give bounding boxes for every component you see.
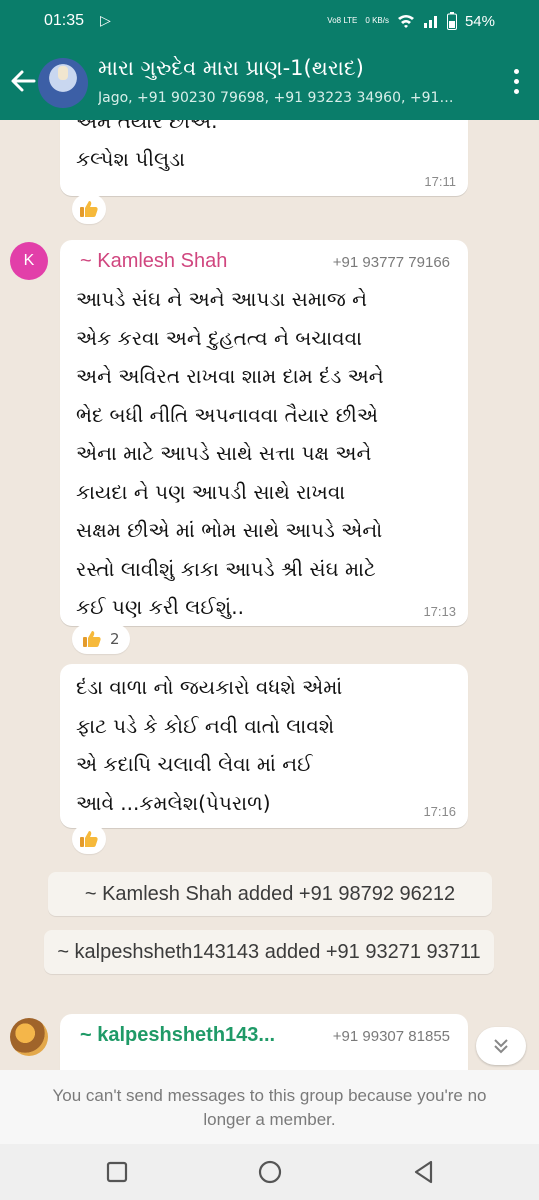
- back-icon[interactable]: [410, 1158, 438, 1186]
- message-bubble[interactable]: ~ Kamlesh Shah +91 93777 79166 આપડે સંઘ …: [60, 240, 468, 626]
- battery-level: 54%: [464, 12, 495, 30]
- sender-name[interactable]: ~ Kamlesh Shah: [80, 250, 227, 273]
- message-bubble[interactable]: અમે તૈયાર છીએ. કલ્પેશ પીલુડા 17:11: [60, 120, 468, 196]
- message-time: 17:11: [424, 174, 456, 189]
- recents-icon[interactable]: [103, 1158, 131, 1186]
- system-message: ~ Kamlesh Shah added +91 98792 96212: [48, 872, 492, 916]
- sender-avatar[interactable]: K: [10, 242, 48, 280]
- battery-icon: [446, 12, 457, 30]
- message-time: 17:16: [423, 804, 456, 819]
- status-bar: 01:35 ▷ Vo8 LTE 0 KB/s 54%: [0, 0, 539, 44]
- reaction-badge[interactable]: [72, 194, 106, 224]
- reaction-badge[interactable]: [72, 824, 106, 854]
- group-members[interactable]: Jago, +91 90230 79698, +91 93223 34960, …: [98, 90, 478, 106]
- message-time: 17:13: [423, 604, 456, 619]
- chat-area: અમે તૈયાર છીએ. કલ્પેશ પીલુડા 17:11 K ~ K…: [0, 120, 539, 1070]
- sender-name[interactable]: ~ kalpeshsheth143...: [80, 1024, 275, 1047]
- network-speed: 0 KB/s: [365, 16, 389, 25]
- wifi-icon: [397, 15, 414, 28]
- sender-phone: +91 93777 79166: [332, 254, 450, 271]
- not-member-notice: You can't send messages to this group be…: [0, 1070, 539, 1144]
- message-text: દંડા વાળા નો જયકારો વધશે એમાં ફાટ પડે કે…: [76, 675, 343, 815]
- message-text: આપડે સંઘ ને અને આપડા સમાજ ને એક કરવા અને…: [76, 287, 384, 619]
- signal-icon: [423, 16, 437, 28]
- sender-avatar[interactable]: [10, 1018, 48, 1056]
- status-time: 01:35: [44, 12, 85, 29]
- volte-indicator: Vo8 LTE: [327, 16, 358, 25]
- notice-text: You can't send messages to this group be…: [52, 1086, 487, 1129]
- thumbs-up-icon: [80, 831, 98, 847]
- system-message: ~ kalpeshsheth143143 added +91 93271 937…: [44, 930, 494, 974]
- chat-header: મારા ગુરુદેવ મારા પ્રાણ-1(થરાદ) Jago, +9…: [0, 44, 539, 120]
- sender-phone: +91 99307 81855: [332, 1028, 450, 1045]
- reaction-badge[interactable]: 2: [72, 624, 130, 654]
- home-icon[interactable]: [256, 1158, 284, 1186]
- more-options-icon[interactable]: [511, 66, 521, 96]
- scroll-to-bottom-button[interactable]: [476, 1027, 526, 1065]
- message-bubble[interactable]: ~ kalpeshsheth143... +91 99307 81855: [60, 1014, 468, 1070]
- message-bubble[interactable]: દંડા વાળા નો જયકારો વધશે એમાં ફાટ પડે કે…: [60, 664, 468, 828]
- group-avatar[interactable]: [38, 58, 88, 108]
- back-arrow-icon[interactable]: [10, 66, 38, 96]
- group-title[interactable]: મારા ગુરુદેવ મારા પ્રાણ-1(થરાદ): [98, 56, 488, 81]
- play-store-icon: ▷: [100, 13, 111, 29]
- reaction-count: 2: [110, 630, 120, 648]
- thumbs-up-icon: [83, 631, 101, 647]
- message-text: અમે તૈયાર છીએ. કલ્પેશ પીલુડા: [76, 120, 218, 171]
- system-nav-bar: [0, 1144, 539, 1200]
- thumbs-up-icon: [80, 201, 98, 217]
- double-chevron-down-icon: [494, 1039, 508, 1054]
